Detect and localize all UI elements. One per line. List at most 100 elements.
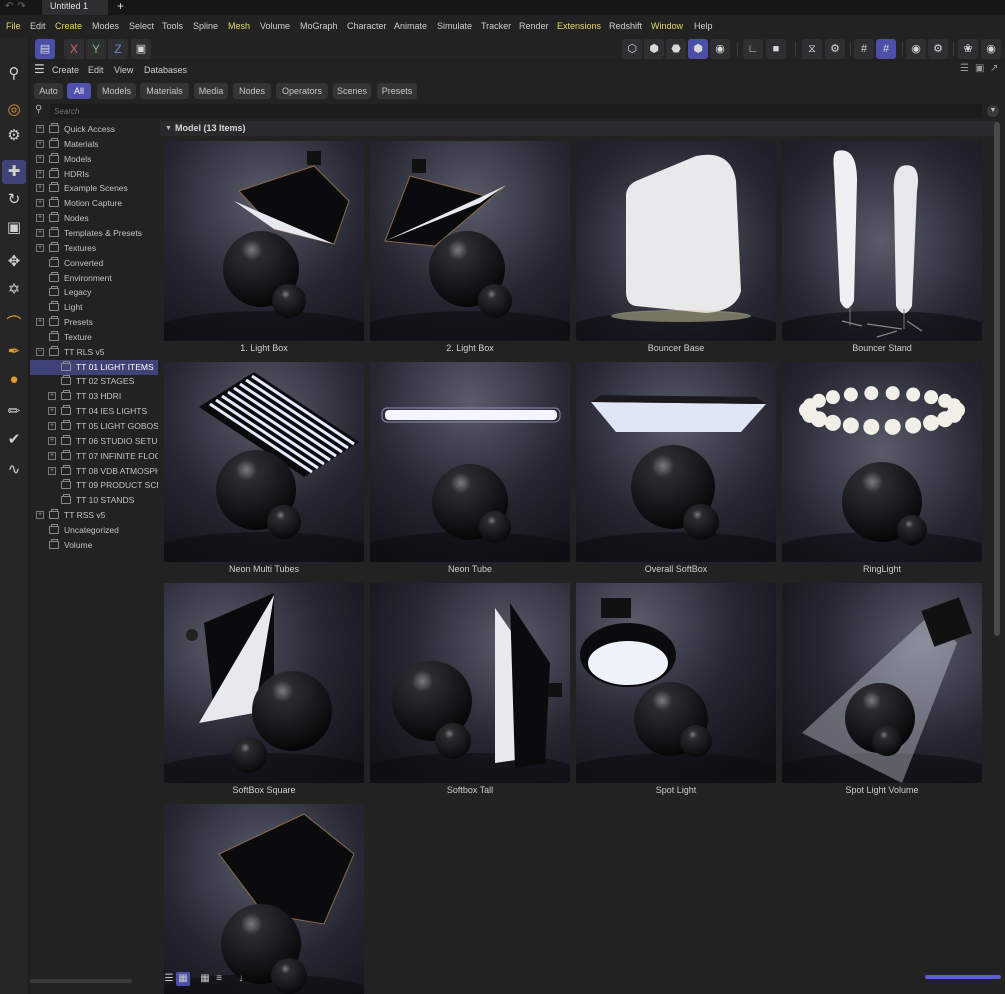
tree-item[interactable]: + TT 07 INFINITE FLOOR [30, 449, 158, 464]
asset-thumbnail[interactable] [164, 804, 364, 994]
tree-item[interactable]: + Templates & Presets [30, 226, 158, 241]
filter-models[interactable]: Models [97, 83, 136, 99]
expand-icon[interactable]: + [36, 228, 44, 237]
tree-item[interactable]: + Example Scenes [30, 181, 158, 196]
transform-icon[interactable]: ✥ [2, 250, 26, 274]
tree-item[interactable]: Converted [30, 256, 158, 271]
grid-view-icon[interactable]: ▦ [176, 972, 190, 986]
asset-tile[interactable]: Spot Light [576, 583, 776, 797]
asset-thumbnail[interactable] [370, 362, 570, 562]
filter-scenes[interactable]: Scenes [333, 83, 371, 99]
tree-item[interactable]: + Quick Access [30, 122, 158, 137]
solo-icon[interactable]: ■ [766, 39, 786, 59]
tree-item[interactable]: TT 02 STAGES [30, 374, 158, 389]
tree-item[interactable]: + Nodes [30, 211, 158, 226]
tree-item[interactable]: + TT 03 HDRI [30, 389, 158, 404]
pen-icon[interactable]: ✒ [2, 340, 26, 364]
expand-icon[interactable]: + [48, 451, 56, 460]
asset-thumbnail[interactable] [782, 141, 982, 341]
expand-icon[interactable]: + [36, 199, 44, 208]
tree-item[interactable]: + Models [30, 152, 158, 167]
coordinate-system-icon[interactable]: ▣ [131, 39, 151, 59]
menu-spline[interactable]: Spline [193, 21, 218, 31]
viewer-icon[interactable]: ◉ [981, 39, 1001, 59]
menu-select[interactable]: Select [129, 21, 154, 31]
snap-settings-icon[interactable]: ⚙ [825, 39, 845, 59]
menu-extensions[interactable]: Extensions [557, 21, 601, 31]
asset-tile[interactable]: Bouncer Base [576, 141, 776, 355]
menu-mesh[interactable]: Mesh [228, 21, 250, 31]
scale-icon[interactable]: ▣ [2, 216, 26, 240]
asset-tile[interactable]: Neon Tube [370, 362, 570, 576]
search-icon[interactable]: ⚲ [2, 62, 26, 86]
menu-mograph[interactable]: MoGraph [300, 21, 338, 31]
asset-thumbnail[interactable] [370, 141, 570, 341]
menu-volume[interactable]: Volume [260, 21, 290, 31]
menu-modes[interactable]: Modes [92, 21, 119, 31]
placement-icon[interactable]: ✡ [2, 278, 26, 302]
expand-icon[interactable]: + [36, 214, 44, 223]
undock-icon[interactable]: ↗ [990, 63, 998, 74]
tree-item[interactable]: TT 09 PRODUCT SCENE [30, 478, 158, 493]
menu-create[interactable]: Create [55, 21, 82, 31]
expand-icon[interactable]: + [36, 169, 44, 178]
uv-mode-icon[interactable]: ◉ [710, 39, 730, 59]
asset-tile[interactable]: Neon Multi Tubes [164, 362, 364, 576]
tree-item[interactable]: + Textures [30, 241, 158, 256]
brush-icon[interactable]: ✏ [2, 400, 26, 424]
live-selection-icon[interactable]: ◎ [2, 98, 26, 122]
render-settings-icon[interactable]: ⚙ [928, 39, 948, 59]
layers-icon[interactable]: ☰ [960, 63, 969, 74]
grid-scrollbar[interactable] [994, 122, 1000, 636]
menu-tools[interactable]: Tools [162, 21, 183, 31]
primitives-icon[interactable]: ● [2, 368, 26, 392]
spline-icon[interactable]: ∿ [2, 458, 26, 482]
chevron-down-icon[interactable]: ▼ [987, 105, 999, 117]
asset-thumbnail[interactable] [576, 362, 776, 562]
history-arrows[interactable]: ↶↷ [5, 1, 30, 12]
filter-nodes[interactable]: Nodes [233, 83, 271, 99]
expand-icon[interactable]: + [36, 139, 44, 148]
menu-tracker[interactable]: Tracker [481, 21, 511, 31]
tree-item[interactable]: TT 01 LIGHT ITEMS [30, 359, 158, 375]
asset-tile[interactable]: RingLight [782, 362, 982, 576]
menu-file[interactable]: File [6, 21, 21, 31]
hamburger-icon[interactable]: ☰ [34, 62, 45, 76]
asset-tile[interactable]: 1. Light Box [164, 141, 364, 355]
tree-item[interactable]: + TT 08 VDB ATMOSPHERE [30, 464, 158, 479]
download-icon[interactable]: ↓ [234, 972, 248, 986]
asset-thumbnail[interactable] [164, 583, 364, 783]
collapse-icon[interactable]: ▼ [165, 125, 172, 132]
expand-icon[interactable]: + [48, 392, 56, 401]
filter-all[interactable]: All [67, 83, 91, 99]
asset-thumbnail[interactable] [576, 141, 776, 341]
menu-edit[interactable]: Edit [88, 65, 104, 75]
filter-auto[interactable]: Auto [34, 83, 63, 99]
expand-icon[interactable]: + [48, 422, 56, 430]
grid-icon[interactable]: # [854, 39, 874, 59]
expand-icon[interactable]: + [36, 154, 44, 163]
document-tab[interactable]: Untitled 1 [42, 0, 108, 15]
asset-tile[interactable]: Softbox Tall [370, 583, 570, 797]
thumbnail-size-slider[interactable] [925, 975, 1001, 979]
tree-item[interactable]: + Motion Capture [30, 196, 158, 211]
tree-item[interactable]: Legacy [30, 285, 158, 300]
tree-item[interactable]: Light [30, 300, 158, 315]
expand-icon[interactable]: + [48, 436, 56, 445]
list-view-icon[interactable]: ☰ [162, 972, 176, 986]
tree-item[interactable]: + TT 05 LIGHT GOBOS [30, 419, 158, 434]
expand-icon[interactable]: + [36, 125, 44, 133]
expand-icon[interactable]: + [36, 184, 44, 193]
tree-item[interactable]: + Presets [30, 315, 158, 330]
thumbnail-icon[interactable]: ▦ [198, 972, 212, 986]
asset-tile[interactable]: Bouncer Stand [782, 141, 982, 355]
points-mode-icon[interactable]: ⬡ [622, 39, 642, 59]
tree-item[interactable]: + TT 06 STUDIO SETUPS [30, 434, 158, 449]
panel-layout-icon[interactable]: ▣ [975, 63, 984, 74]
tree-item[interactable]: TT 10 STANDS [30, 493, 158, 508]
tree-item[interactable]: + TT 04 IES LIGHTS [30, 404, 158, 419]
menu-help[interactable]: Help [694, 21, 713, 31]
expand-icon[interactable]: + [48, 466, 56, 475]
expand-icon[interactable]: + [36, 511, 44, 520]
menu-edit[interactable]: Edit [30, 21, 46, 31]
